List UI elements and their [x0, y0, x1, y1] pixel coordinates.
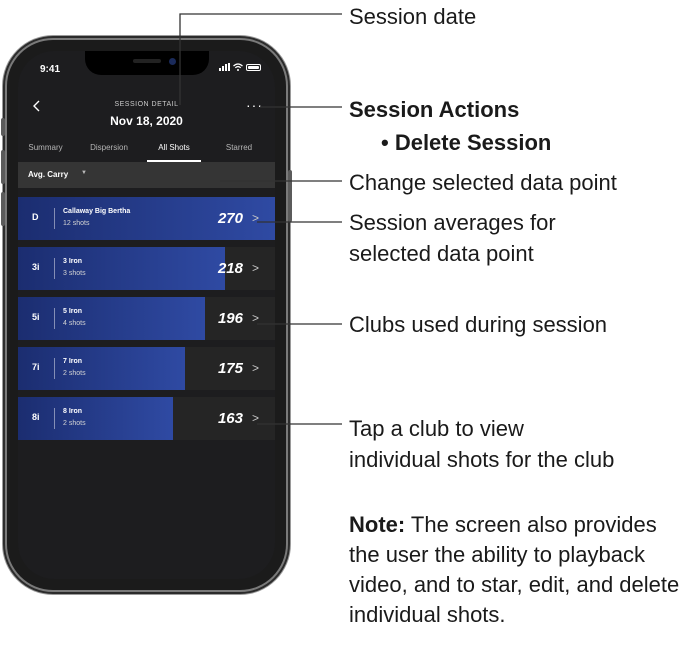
note-heading: Note:	[349, 512, 406, 537]
annotation-session-date: Session date	[349, 4, 477, 29]
annotation-session-actions-title: Session Actions	[349, 97, 520, 122]
annotation-averages-line1: Session averages for	[349, 210, 556, 235]
annotation-tap-line2: individual shots for the club	[349, 447, 615, 472]
annotation-session-actions: Session Actions	[349, 95, 519, 125]
annotation-note: Note: The screen also provides the user …	[349, 510, 684, 630]
annotation-delete-session-text: • Delete Session	[381, 130, 552, 155]
annotation-delete-session: • Delete Session	[381, 128, 551, 158]
annotation-averages-line2: selected data point	[349, 241, 534, 266]
annotation-clubs-used: Clubs used during session	[349, 312, 608, 337]
annotation-tap-line1: Tap a club to view	[349, 416, 524, 441]
annotation-change-data-point: Change selected data point	[349, 170, 617, 195]
leader-session-date	[179, 13, 342, 105]
